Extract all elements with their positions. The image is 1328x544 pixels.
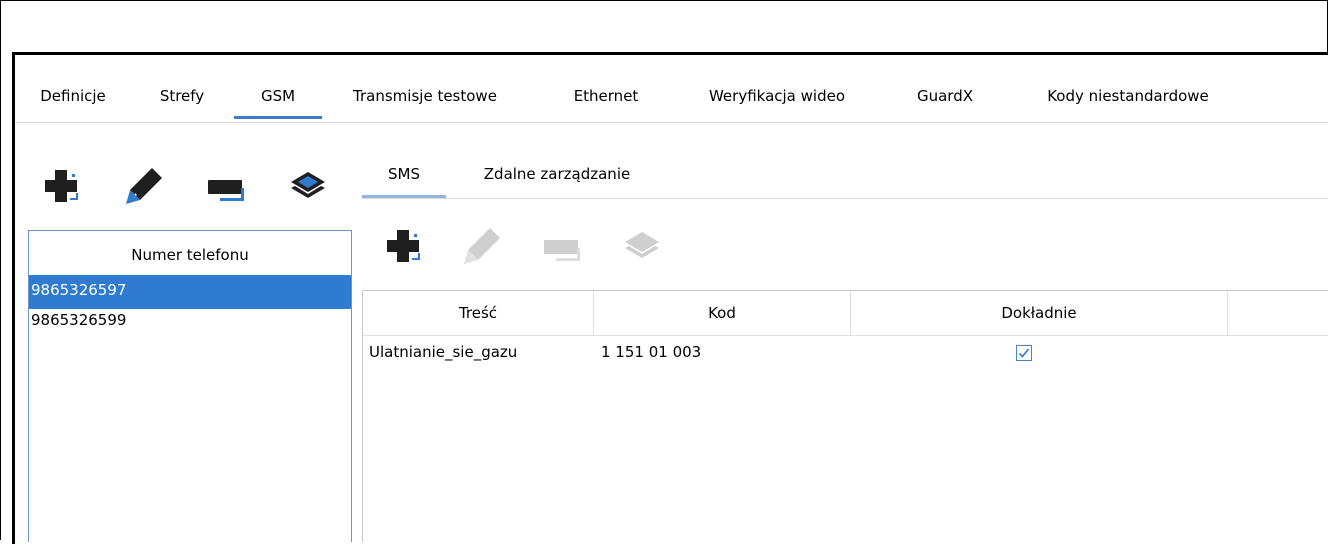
sub-tab-bar: SMS Zdalne zarządzanie — [362, 156, 1328, 198]
tab-label: Transmisje testowe — [353, 87, 497, 105]
phone-number-list: Numer telefonu 9865326597 9865326599 — [28, 230, 352, 542]
add-phone-button[interactable] — [42, 166, 82, 206]
edit-icon — [464, 228, 500, 264]
tab-label: Kody niestandardowe — [1047, 87, 1209, 105]
delete-icon — [544, 240, 580, 261]
column-separator — [1227, 291, 1228, 335]
cell-tresc: Ulatnianie_sie_gazu — [369, 343, 518, 361]
tab-gsm[interactable]: GSM — [234, 76, 322, 119]
tab-label: Zdalne zarządzanie — [483, 165, 631, 183]
edit-phone-button[interactable] — [124, 166, 164, 206]
table-header: Treść Kod Dokładnie — [363, 291, 1328, 336]
table-row[interactable]: Ulatnianie_sie_gazu 1 151 01 003 — [363, 337, 1328, 367]
tab-label: Ethernet — [573, 87, 639, 105]
add-icon — [387, 230, 420, 262]
add-icon — [45, 170, 78, 202]
tab-ethernet[interactable]: Ethernet — [566, 76, 646, 116]
tab-label: Definicje — [40, 87, 106, 105]
tab-strefy[interactable]: Strefy — [154, 76, 210, 116]
checkmark-icon — [1018, 348, 1030, 358]
column-header-dokladnie[interactable]: Dokładnie — [851, 291, 1227, 335]
delete-sms-button[interactable] — [542, 226, 582, 266]
delete-phone-button[interactable] — [206, 166, 246, 206]
tab-zdalne-zarzadzanie[interactable]: Zdalne zarządzanie — [462, 156, 652, 194]
tab-bar-divider — [16, 122, 1328, 123]
tab-kody-niestandardowe[interactable]: Kody niestandardowe — [1022, 76, 1234, 116]
phone-number: 9865326597 — [31, 281, 127, 299]
tab-label: GSM — [260, 87, 296, 105]
dokladnie-checkbox[interactable] — [1016, 345, 1032, 361]
layers-icon — [291, 172, 325, 198]
cell-kod: 1 151 01 003 — [601, 343, 702, 361]
tab-label: Strefy — [159, 87, 205, 105]
column-header-tresc[interactable]: Treść — [363, 291, 593, 335]
tab-transmisje-testowe[interactable]: Transmisje testowe — [344, 76, 506, 116]
phone-list-header: Numer telefonu — [131, 246, 249, 264]
layers-icon — [625, 232, 659, 258]
tab-label: SMS — [388, 165, 420, 183]
layers-phone-button[interactable] — [288, 166, 328, 206]
sub-tab-divider — [362, 198, 1328, 199]
tab-label: Weryfikacja wideo — [708, 87, 846, 105]
phone-number: 9865326599 — [31, 311, 127, 329]
tab-weryfikacja-wideo[interactable]: Weryfikacja wideo — [689, 76, 865, 116]
tab-guardx[interactable]: GuardX — [909, 76, 981, 116]
main-tab-bar: Definicje Strefy GSM Transmisje testowe … — [16, 76, 1328, 122]
tab-sms[interactable]: SMS — [362, 156, 446, 198]
sms-table: Treść Kod Dokładnie Ulatnianie_sie_gazu … — [362, 290, 1328, 542]
column-header-kod[interactable]: Kod — [594, 291, 850, 335]
delete-icon — [208, 180, 244, 201]
tab-label: GuardX — [916, 87, 974, 105]
add-sms-button[interactable] — [384, 226, 424, 266]
layers-sms-button[interactable] — [622, 226, 662, 266]
edit-sms-button[interactable] — [462, 226, 502, 266]
tab-definicje[interactable]: Definicje — [32, 76, 114, 116]
phone-list-item[interactable]: 9865326597 — [29, 275, 351, 309]
edit-icon — [126, 168, 162, 204]
phone-list-item[interactable]: 9865326599 — [29, 305, 351, 339]
